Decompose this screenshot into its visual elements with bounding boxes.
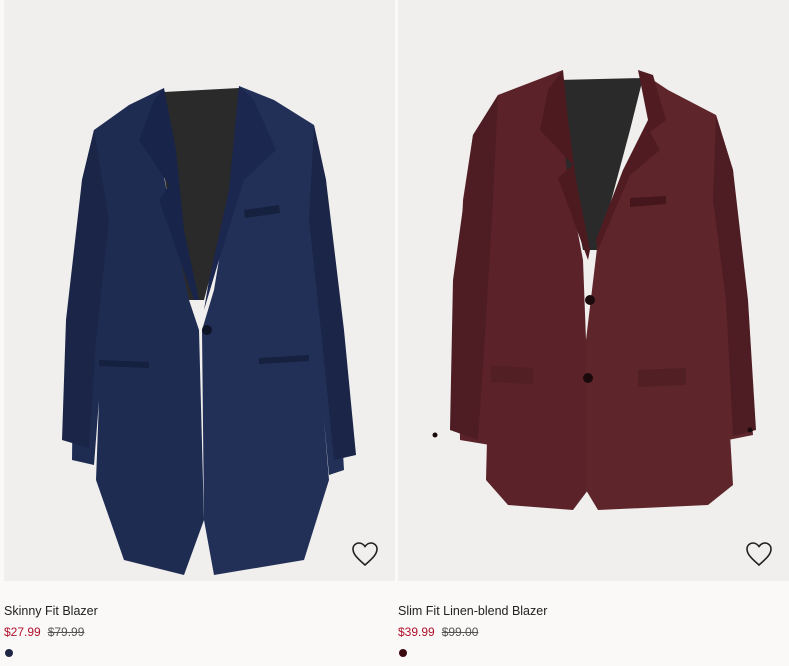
sale-price: $39.99 xyxy=(398,625,435,639)
sale-price: $27.99 xyxy=(4,625,41,639)
product-name[interactable]: Skinny Fit Blazer xyxy=(4,604,98,618)
product-name[interactable]: Slim Fit Linen-blend Blazer xyxy=(398,604,547,618)
price-row: $39.99 $99.00 xyxy=(398,625,478,639)
product-image[interactable] xyxy=(398,0,789,581)
color-swatch[interactable] xyxy=(399,649,407,657)
product-image[interactable] xyxy=(4,0,395,581)
heart-outline-icon[interactable] xyxy=(351,541,379,567)
burgundy-blazer-image xyxy=(432,70,756,510)
original-price: $99.00 xyxy=(441,625,479,639)
product-card[interactable]: Slim Fit Linen-blend Blazer $39.99 $99.00 xyxy=(398,0,789,666)
price-row: $27.99 $79.99 xyxy=(4,625,84,639)
navy-blazer-image xyxy=(62,86,356,575)
product-grid: Skinny Fit Blazer $27.99 $79.99 Slim Fit… xyxy=(0,0,789,666)
original-price: $79.99 xyxy=(47,625,85,639)
heart-outline-icon[interactable] xyxy=(745,541,773,567)
product-card[interactable]: Skinny Fit Blazer $27.99 $79.99 xyxy=(4,0,397,666)
color-swatch[interactable] xyxy=(5,649,13,657)
